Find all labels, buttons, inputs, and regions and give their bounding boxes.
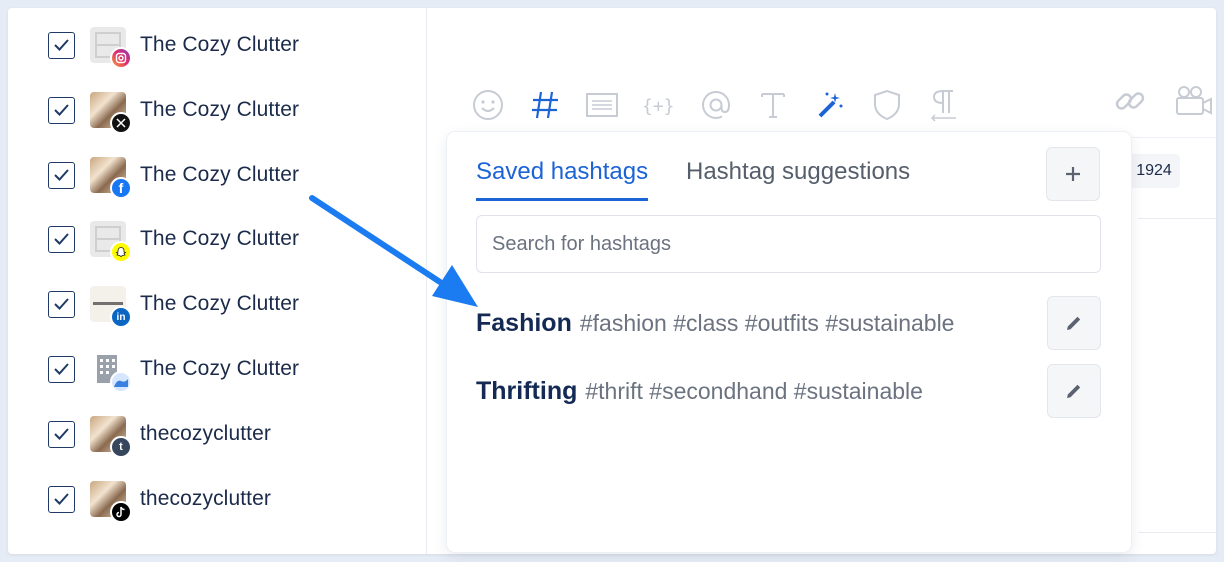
checkmark-icon	[54, 298, 69, 310]
checkmark-icon	[54, 104, 69, 116]
avatar: t	[90, 416, 132, 458]
instagram-icon	[110, 47, 132, 69]
hashtag-search-input[interactable]	[476, 215, 1101, 273]
avatar	[90, 92, 132, 134]
hashtag-group-row[interactable]: Fashion #fashion #class #outfits #sustai…	[476, 296, 1101, 350]
video-icon[interactable]	[1173, 84, 1213, 118]
account-name: thecozyclutter	[140, 487, 271, 510]
account-checkbox[interactable]	[48, 485, 75, 513]
link-icon[interactable]	[1113, 84, 1147, 118]
add-hashtag-group-button[interactable]	[1046, 147, 1100, 201]
account-checkbox[interactable]	[48, 225, 75, 253]
avatar	[90, 27, 132, 69]
tiktok-icon	[110, 501, 132, 523]
edit-button[interactable]	[1047, 296, 1101, 350]
hashtags-popover: Saved hashtags Hashtag suggestions Fashi…	[447, 132, 1131, 552]
account-row[interactable]: thecozyclutter	[48, 479, 408, 523]
shield-icon[interactable]	[870, 88, 904, 122]
account-checkbox[interactable]	[48, 355, 75, 383]
tab-saved-hashtags[interactable]: Saved hashtags	[476, 158, 649, 201]
checkmark-icon	[54, 493, 69, 505]
avatar	[90, 221, 132, 263]
account-row[interactable]: The Cozy Clutter	[48, 90, 408, 134]
variable-icon[interactable]: {+}	[642, 88, 676, 122]
mention-icon[interactable]	[699, 88, 733, 122]
account-row[interactable]: t thecozyclutter	[48, 414, 408, 458]
checkmark-icon	[54, 363, 69, 375]
hashtag-group-tags: #fashion #class #outfits #sustainable	[579, 309, 955, 336]
account-name: The Cozy Clutter	[140, 357, 300, 380]
checkmark-icon	[54, 39, 69, 51]
hashtag-icon[interactable]	[528, 88, 562, 122]
account-name: thecozyclutter	[140, 422, 271, 445]
account-checkbox[interactable]	[48, 96, 75, 124]
pencil-icon	[1067, 384, 1081, 398]
account-row[interactable]: The Cozy Clutter	[48, 219, 408, 263]
account-name: The Cozy Clutter	[140, 33, 300, 56]
hashtag-group-tags: #thrift #secondhand #sustainable	[585, 377, 923, 404]
account-name: The Cozy Clutter	[140, 292, 300, 315]
account-name: The Cozy Clutter	[140, 227, 300, 250]
account-name: The Cozy Clutter	[140, 163, 300, 186]
background-chip: 1924	[1128, 154, 1180, 188]
linkedin-icon: in	[110, 306, 132, 328]
divider	[1138, 532, 1216, 533]
tab-hashtag-suggestions[interactable]: Hashtag suggestions	[686, 158, 910, 198]
account-checkbox[interactable]	[48, 420, 75, 448]
x-icon	[110, 112, 132, 134]
divider	[1138, 218, 1216, 219]
plus-icon	[1066, 167, 1080, 181]
avatar: in	[90, 286, 132, 328]
account-row[interactable]: f The Cozy Clutter	[48, 155, 408, 199]
paragraph-icon[interactable]	[927, 88, 961, 122]
account-name: The Cozy Clutter	[140, 98, 300, 121]
avatar: f	[90, 157, 132, 199]
account-row[interactable]: The Cozy Clutter	[48, 25, 408, 69]
hashtag-group-row[interactable]: Thrifting #thrift #secondhand #sustainab…	[476, 364, 1101, 418]
emoji-icon[interactable]	[471, 88, 505, 122]
checkmark-icon	[54, 233, 69, 245]
checkmark-icon	[54, 169, 69, 181]
account-row[interactable]: The Cozy Clutter	[48, 349, 408, 393]
checkmark-icon	[54, 428, 69, 440]
avatar	[90, 481, 132, 523]
account-checkbox[interactable]	[48, 31, 75, 59]
avatar	[90, 351, 132, 393]
account-row[interactable]: in The Cozy Clutter	[48, 284, 408, 328]
svg-text:{+}: {+}	[642, 96, 675, 117]
account-checkbox[interactable]	[48, 161, 75, 189]
magic-wand-icon[interactable]	[813, 88, 847, 122]
account-checkbox[interactable]	[48, 290, 75, 318]
account-list: The Cozy Clutter The Cozy Clutter f The …	[8, 8, 427, 554]
text-block-icon[interactable]	[585, 88, 619, 122]
hashtag-group-name: Fashion	[476, 308, 572, 337]
pencil-icon	[1067, 316, 1081, 330]
facebook-icon: f	[110, 177, 132, 199]
hashtag-group-name: Thrifting	[476, 376, 578, 405]
text-format-icon[interactable]	[756, 88, 790, 122]
snapchat-icon	[110, 241, 132, 263]
google-business-icon	[110, 371, 132, 393]
edit-button[interactable]	[1047, 364, 1101, 418]
editor-toolbar: {+}	[457, 8, 1216, 138]
tumblr-icon: t	[110, 436, 132, 458]
